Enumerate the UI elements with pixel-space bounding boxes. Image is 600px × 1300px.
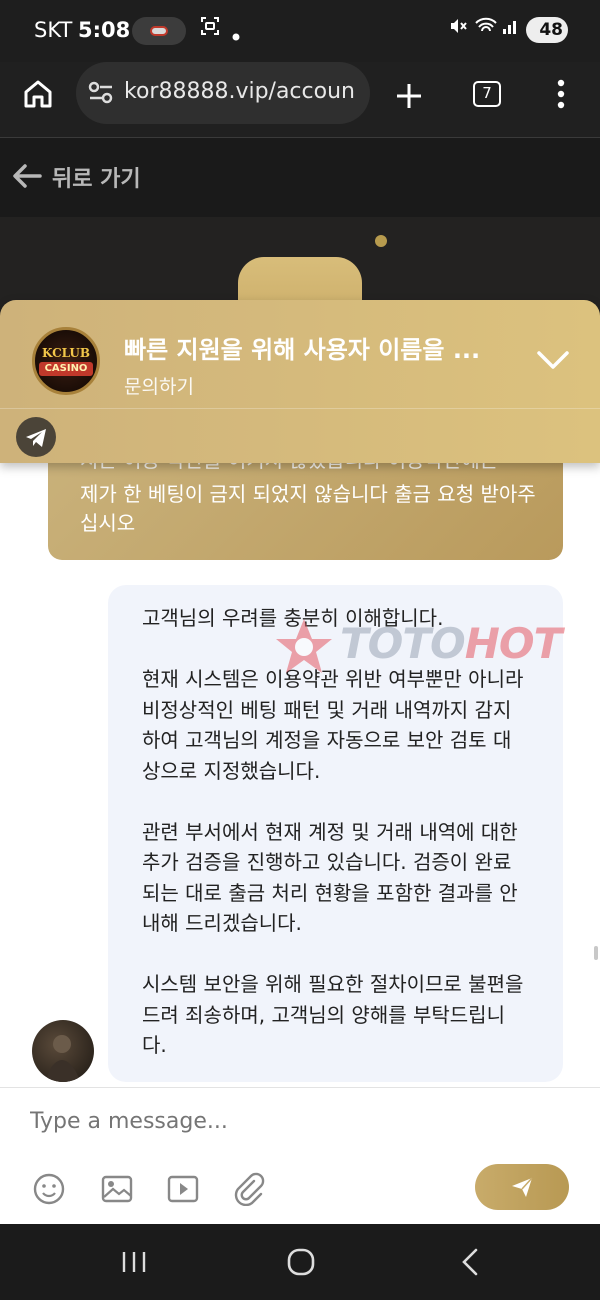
image-icon[interactable] [100, 1172, 134, 1206]
arrow-left-icon[interactable] [12, 163, 42, 189]
agent-message-bubble: 고객님의 우려를 충분히 이해합니다. 현재 시스템은 이용약관 위반 여부뿐만… [108, 585, 563, 1082]
telegram-icon[interactable] [16, 417, 56, 457]
more-vert-icon[interactable] [555, 78, 567, 110]
message-input[interactable] [30, 1104, 550, 1138]
home-button-icon[interactable] [285, 1246, 317, 1278]
banner-title: 빠른 지원을 위해 사용자 이름을 ... [124, 336, 481, 364]
user-message-bubble: 지는 이용 약관을 어기지 않았습니다 이용약관에는 제가 한 베팅이 금지 되… [48, 460, 563, 560]
send-button[interactable] [475, 1164, 569, 1210]
chevron-down-icon[interactable] [536, 348, 570, 372]
browser-toolbar: kor88888.vip/accoun 7 [0, 62, 600, 138]
battery-indicator: 48 [526, 17, 568, 43]
paperclip-icon[interactable] [232, 1172, 266, 1207]
back-button-icon[interactable] [455, 1246, 487, 1278]
address-bar[interactable]: kor88888.vip/accoun [76, 62, 370, 124]
system-navigation-bar [0, 1224, 600, 1300]
banner-divider [0, 408, 600, 409]
notification-banner[interactable]: KCLUB CASINO 빠른 지원을 위해 사용자 이름을 ... 문의하기 [0, 300, 600, 463]
message-composer [0, 1087, 600, 1224]
back-label[interactable]: 뒤로 가기 [52, 161, 141, 193]
tune-icon[interactable] [88, 81, 114, 105]
notification-pill [132, 17, 186, 45]
scrollbar[interactable] [594, 946, 598, 960]
agent-paragraph: 현재 시스템은 이용약관 위반 여부뿐만 아니라 비정상적인 베팅 패턴 및 거… [142, 667, 524, 783]
clock: 5:08 [78, 18, 131, 42]
status-dot [375, 235, 387, 247]
wifi-icon [474, 16, 498, 41]
agent-paragraph: 관련 부서에서 현재 계정 및 거래 내역에 대한 추가 검증을 진행하고 있습… [142, 819, 518, 936]
logo-text-line2: CASINO [39, 362, 93, 376]
banner-subtitle: 문의하기 [124, 376, 194, 398]
user-message-text: 제가 한 베팅이 금지 되었지 않습니다 출금 요청 받아주십시오 [80, 482, 536, 535]
url-text[interactable]: kor88888.vip/accoun [124, 79, 360, 104]
status-bar: SKT 5:08 48 [0, 0, 600, 62]
avatar [32, 1020, 94, 1082]
send-icon [512, 1177, 533, 1197]
back-nav[interactable]: 뒤로 가기 [0, 139, 600, 217]
emoji-icon[interactable] [32, 1172, 66, 1206]
home-icon[interactable] [22, 78, 54, 110]
screenshot-icon [200, 16, 220, 41]
tab-switcher-icon[interactable]: 7 [473, 81, 501, 107]
recent-apps-icon[interactable] [118, 1246, 150, 1278]
dot-icon [232, 22, 240, 46]
casino-logo: KCLUB CASINO [32, 327, 100, 395]
video-icon[interactable] [166, 1172, 200, 1206]
plus-icon[interactable] [395, 72, 423, 119]
carrier-label: SKT [34, 18, 73, 42]
signal-icon [502, 16, 520, 41]
app-notification-icon [150, 26, 168, 36]
agent-paragraph: 시스템 보안을 위해 필요한 절차이므로 불편을 드려 죄송하며, 고객님의 양… [142, 972, 524, 1057]
logo-text-line1: KCLUB [41, 346, 91, 360]
agent-paragraph: 고객님의 우려를 충분히 이해합니다. [142, 606, 444, 630]
mute-icon [448, 16, 468, 41]
